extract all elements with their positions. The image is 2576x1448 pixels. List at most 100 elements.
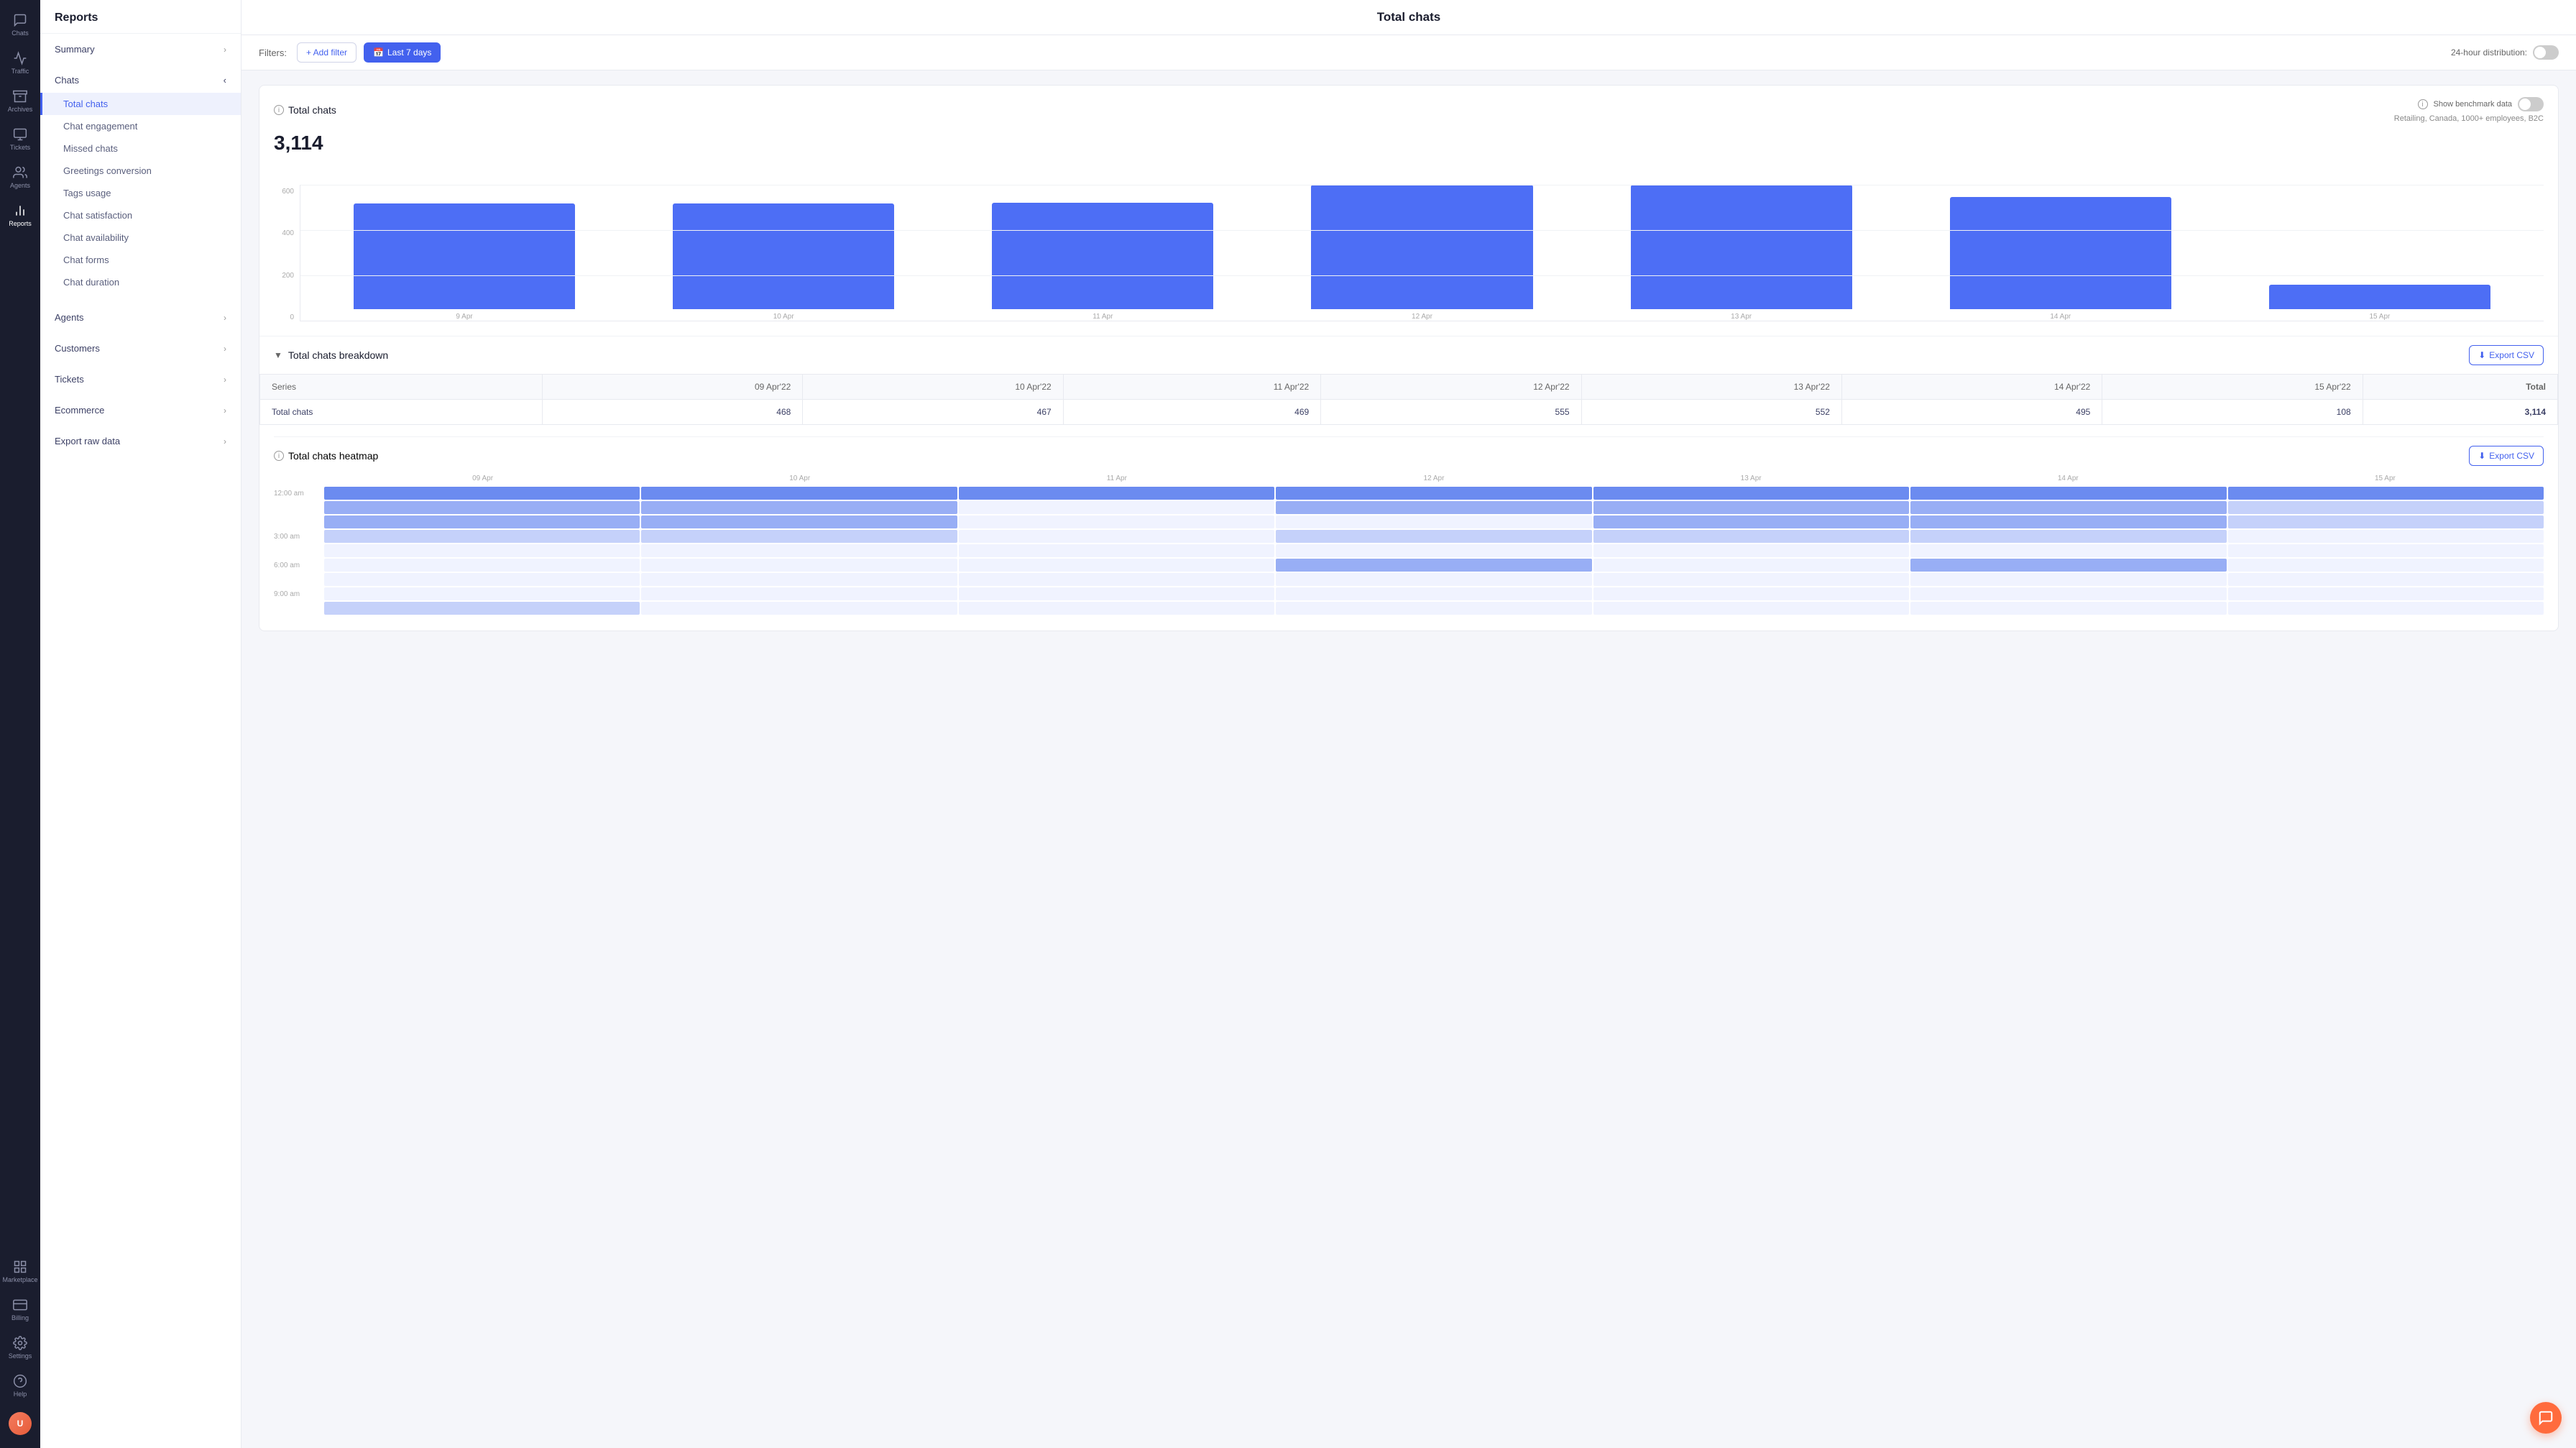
heatmap-export-csv-button[interactable]: ⬇ Export CSV <box>2469 446 2544 466</box>
col-series: Series <box>260 375 543 400</box>
nav-item-export-raw-data[interactable]: Export raw data › <box>40 429 241 454</box>
benchmark-label: Show benchmark data <box>2434 100 2512 109</box>
nav-section-ecommerce: Ecommerce › <box>40 395 241 426</box>
col-total: Total <box>2363 375 2557 400</box>
col-10apr: 10 Apr'22 <box>803 375 1063 400</box>
breakdown-table: Series 09 Apr'22 10 Apr'22 11 Apr'22 12 … <box>259 374 2558 425</box>
nav-item-customers[interactable]: Customers › <box>40 336 241 361</box>
bar-13-apr[interactable]: 13 Apr <box>1583 185 1900 321</box>
benchmark-row: i Show benchmark data <box>2418 97 2544 111</box>
sidebar-item-agents[interactable]: Agents <box>3 160 37 195</box>
distribution-label: 24-hour distribution: <box>2451 47 2527 58</box>
bar-11-apr[interactable]: 11 Apr <box>944 185 1261 321</box>
chevron-right-icon: › <box>224 344 226 354</box>
chevron-right-icon: › <box>224 45 226 55</box>
heatmap-row-9am-2 <box>274 602 2544 615</box>
heatmap-row-12am-3 <box>274 515 2544 528</box>
bar-15-apr[interactable]: 15 Apr <box>2222 185 2538 321</box>
nav-item-chats-header[interactable]: Chats ‹ <box>40 68 241 93</box>
breakdown-header[interactable]: ▼ Total chats breakdown ⬇ Export CSV <box>259 336 2558 374</box>
sidebar-item-reports[interactable]: Reports <box>3 198 37 233</box>
bar-9-apr[interactable]: 9 Apr <box>306 185 622 321</box>
col-14apr: 14 Apr'22 <box>1841 375 2102 400</box>
sidebar-item-billing[interactable]: Billing <box>3 1292 37 1327</box>
heatmap-title: i Total chats heatmap <box>274 450 378 462</box>
chevron-right-icon: › <box>224 375 226 385</box>
nav-section-chats: Chats ‹ Total chats Chat engagement Miss… <box>40 65 241 302</box>
nav-sub-item-missed-chats[interactable]: Missed chats <box>40 137 241 160</box>
heatmap-row-6am-1: 6:00 am <box>274 559 2544 572</box>
total-chats-value: 3,114 <box>259 129 2558 163</box>
row-series: Total chats <box>260 400 543 425</box>
total-chats-card: i Total chats i Show benchmark data Reta… <box>259 85 2559 631</box>
nav-sub-item-tags-usage[interactable]: Tags usage <box>40 182 241 204</box>
total-chats-info-icon[interactable]: i <box>274 105 284 115</box>
sidebar-item-settings[interactable]: Settings <box>3 1330 37 1365</box>
nav-sub-item-chat-satisfaction[interactable]: Chat satisfaction <box>40 204 241 226</box>
nav-item-agents[interactable]: Agents › <box>40 305 241 330</box>
chevron-right-icon: › <box>224 313 226 323</box>
nav-section-agents: Agents › <box>40 302 241 333</box>
heatmap-grid: 09 Apr 10 Apr 11 Apr 12 Apr 13 Apr 14 Ap… <box>274 475 2544 616</box>
chats-sub-items: Total chats Chat engagement Missed chats… <box>40 93 241 299</box>
heatmap-row-9am-1: 9:00 am <box>274 587 2544 600</box>
col-12apr: 12 Apr'22 <box>1321 375 1581 400</box>
col-15apr: 15 Apr'22 <box>2102 375 2363 400</box>
left-navigation: Reports Summary › Chats ‹ Total chats Ch… <box>40 0 242 1448</box>
bar-14-apr[interactable]: 14 Apr <box>1903 185 2219 321</box>
export-csv-button[interactable]: ⬇ Export CSV <box>2469 345 2544 365</box>
nav-item-summary[interactable]: Summary › <box>40 37 241 62</box>
chevron-right-icon: › <box>224 436 226 446</box>
icon-sidebar: Chats Traffic Archives Tickets Agents Re… <box>0 0 40 1448</box>
breakdown-table-wrap: Series 09 Apr'22 10 Apr'22 11 Apr'22 12 … <box>259 374 2558 436</box>
sidebar-item-marketplace[interactable]: Marketplace <box>3 1254 37 1289</box>
user-avatar-icon[interactable]: U <box>3 1406 37 1441</box>
nav-section-customers: Customers › <box>40 333 241 364</box>
add-filter-button[interactable]: + Add filter <box>297 42 356 63</box>
download-icon: ⬇ <box>2478 451 2485 461</box>
nav-sub-item-chat-forms[interactable]: Chat forms <box>40 249 241 271</box>
bar-chart-container: 600 400 200 0 <box>259 163 2558 336</box>
bar-10-apr[interactable]: 10 Apr <box>625 185 942 321</box>
left-nav-title: Reports <box>40 0 241 34</box>
chat-fab-button[interactable] <box>2530 1402 2562 1434</box>
sidebar-item-help[interactable]: Help <box>3 1368 37 1403</box>
bar-12-apr[interactable]: 12 Apr <box>1264 185 1580 321</box>
calendar-icon: 📅 <box>373 47 384 58</box>
nav-sub-item-total-chats[interactable]: Total chats <box>40 93 241 115</box>
chevron-right-icon: › <box>224 405 226 416</box>
heatmap-row-3am-2 <box>274 544 2544 557</box>
heatmap-row-3am-1: 3:00 am <box>274 530 2544 543</box>
sidebar-item-traffic[interactable]: Traffic <box>3 45 37 81</box>
collapse-icon: ▼ <box>274 350 282 360</box>
date-filter-button[interactable]: 📅 Last 7 days <box>364 42 441 63</box>
filters-label: Filters: <box>259 47 287 58</box>
benchmark-info: Retailing, Canada, 1000+ employees, B2C <box>2394 114 2544 123</box>
total-chats-title: i Total chats <box>274 104 336 116</box>
nav-sub-item-chat-availability[interactable]: Chat availability <box>40 226 241 249</box>
heatmap-header: i Total chats heatmap ⬇ Export CSV <box>274 436 2544 475</box>
sidebar-item-tickets[interactable]: Tickets <box>3 122 37 157</box>
nav-item-tickets[interactable]: Tickets › <box>40 367 241 392</box>
heatmap-col-headers: 09 Apr 10 Apr 11 Apr 12 Apr 13 Apr 14 Ap… <box>324 475 2544 487</box>
distribution-toggle[interactable] <box>2533 45 2559 60</box>
benchmark-info-icon[interactable]: i <box>2418 99 2428 109</box>
filter-right-controls: 24-hour distribution: <box>2451 45 2559 60</box>
sidebar-item-archives[interactable]: Archives <box>3 83 37 119</box>
chevron-down-icon: ‹ <box>224 75 226 86</box>
page-title: Total chats <box>242 0 2576 35</box>
heatmap-row-6am-2 <box>274 573 2544 586</box>
total-chats-card-header: i Total chats i Show benchmark data Reta… <box>259 86 2558 129</box>
col-11apr: 11 Apr'22 <box>1063 375 1321 400</box>
nav-section-export: Export raw data › <box>40 426 241 457</box>
heatmap-row-12am-2 <box>274 501 2544 514</box>
table-row: Total chats 468 467 469 555 552 495 108 … <box>260 400 2558 425</box>
nav-section-summary: Summary › <box>40 34 241 65</box>
heatmap-info-icon[interactable]: i <box>274 451 284 461</box>
nav-item-ecommerce[interactable]: Ecommerce › <box>40 398 241 423</box>
nav-sub-item-greetings-conversion[interactable]: Greetings conversion <box>40 160 241 182</box>
sidebar-item-chats[interactable]: Chats <box>3 7 37 42</box>
nav-sub-item-chat-engagement[interactable]: Chat engagement <box>40 115 241 137</box>
nav-sub-item-chat-duration[interactable]: Chat duration <box>40 271 241 293</box>
benchmark-toggle[interactable] <box>2518 97 2544 111</box>
